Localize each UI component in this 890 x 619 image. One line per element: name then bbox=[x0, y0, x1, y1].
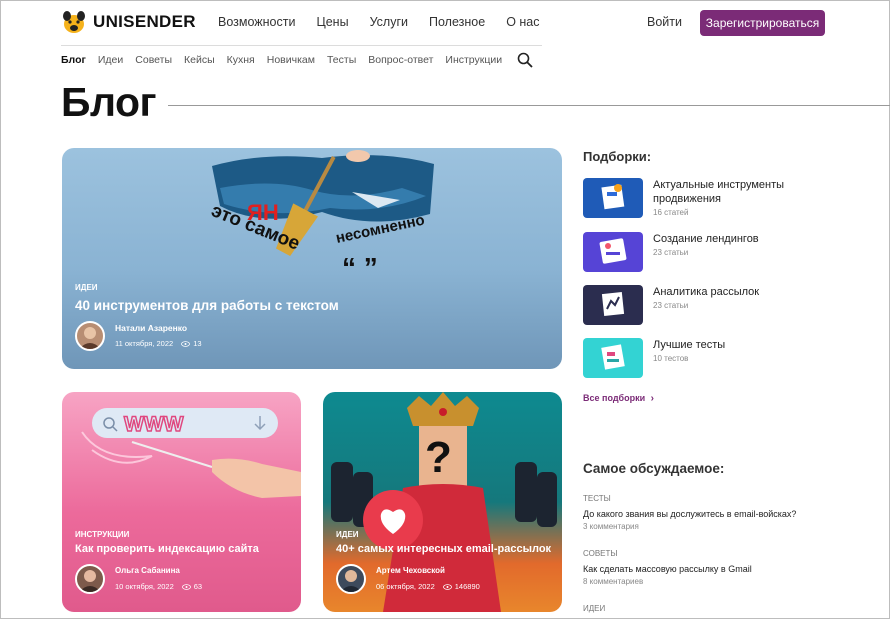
discussed-title[interactable]: До какого звания вы дослужитесь в email-… bbox=[583, 509, 796, 519]
card-meta: 10 октября, 2022 63 bbox=[115, 582, 202, 591]
discussed-count: 8 комментариев bbox=[583, 577, 644, 586]
collection-title[interactable]: Лучшие тесты bbox=[653, 338, 823, 352]
card-tag: инструкции bbox=[75, 530, 130, 539]
search-icon[interactable] bbox=[517, 52, 533, 68]
featured-author[interactable]: Натали Азаренко bbox=[115, 323, 187, 333]
collection-title[interactable]: Создание лендингов bbox=[653, 232, 823, 246]
subnav-item-instructions[interactable]: Инструкции bbox=[445, 54, 502, 66]
subnav-item-cases[interactable]: Кейсы bbox=[184, 54, 215, 66]
collection-count: 23 статьи bbox=[653, 301, 689, 310]
register-button[interactable]: Зарегистрироваться bbox=[700, 10, 825, 36]
eye-icon bbox=[181, 583, 191, 590]
discussed-title[interactable]: Как сделать массовую рассылку в Gmail bbox=[583, 564, 752, 574]
subnav-item-blog[interactable]: Блог bbox=[61, 54, 86, 66]
collection-thumb[interactable] bbox=[583, 338, 643, 378]
top-nav: Возможности Цены Услуги Полезное О нас bbox=[218, 15, 540, 29]
featured-art-word-2: несомненно bbox=[334, 212, 426, 247]
article-illustration: WWW bbox=[81, 408, 301, 498]
card-tag: идеи bbox=[336, 530, 359, 539]
nav-divider bbox=[61, 45, 542, 46]
featured-views-wrap: 13 bbox=[181, 339, 202, 348]
collection-title[interactable]: Аналитика рассылок bbox=[653, 285, 823, 299]
chevron-right-icon: › bbox=[650, 393, 654, 404]
author-photo-icon bbox=[79, 570, 101, 592]
subnav-item-tests[interactable]: Тесты bbox=[327, 54, 356, 66]
title-divider bbox=[168, 105, 890, 106]
all-collections-link[interactable]: Все подборки › bbox=[583, 393, 654, 404]
subnav-item-qa[interactable]: Вопрос-ответ bbox=[368, 54, 433, 66]
eye-icon bbox=[442, 583, 452, 590]
collection-count: 16 статей bbox=[653, 208, 689, 217]
login-link[interactable]: Войти bbox=[647, 15, 682, 29]
featured-tag: идеи bbox=[75, 283, 98, 292]
author-photo-icon bbox=[340, 570, 362, 592]
analytics-icon bbox=[601, 292, 625, 316]
avatar bbox=[75, 321, 105, 351]
nav-item-useful[interactable]: Полезное bbox=[429, 15, 485, 29]
card-views-wrap: 146890 bbox=[442, 582, 480, 591]
featured-article-card[interactable]: ЯН это самое несомненно “ ” идеи 40 инст… bbox=[62, 148, 562, 369]
featured-meta: 11 октября, 2022 13 bbox=[115, 339, 202, 348]
author-photo-icon bbox=[79, 327, 101, 349]
card-title[interactable]: 40+ самых интересных email-рассылок bbox=[336, 543, 551, 555]
featured-date: 11 октября, 2022 bbox=[115, 339, 174, 348]
article-card[interactable]: ? идеи 40+ самых интересных email-рассыл… bbox=[323, 392, 562, 612]
discussed-category: идеи bbox=[583, 604, 606, 613]
all-collections-label: Все подборки bbox=[583, 393, 646, 403]
nav-item-features[interactable]: Возможности bbox=[218, 15, 295, 29]
card-title[interactable]: Как проверить индексацию сайта bbox=[75, 543, 259, 555]
subnav-item-tips[interactable]: Советы bbox=[135, 54, 172, 66]
subnav-item-ideas[interactable]: Идеи bbox=[98, 54, 123, 66]
card-views: 146890 bbox=[454, 582, 480, 591]
featured-art-quotes: “ ” bbox=[342, 252, 378, 283]
featured-art-word-1: это самое bbox=[208, 203, 303, 255]
subnav-item-newbies[interactable]: Новичкам bbox=[267, 54, 315, 66]
card-art-question: ? bbox=[425, 433, 452, 482]
collection-count: 10 тестов bbox=[653, 354, 689, 363]
collection-title[interactable]: Актуальные инструменты продвижения bbox=[653, 178, 823, 206]
card-meta: 06 октября, 2022 146890 bbox=[376, 582, 480, 591]
nav-item-prices[interactable]: Цены bbox=[316, 15, 348, 29]
logo[interactable]: UNISENDER bbox=[61, 9, 196, 35]
test-icon bbox=[601, 344, 625, 370]
nav-item-about[interactable]: О нас bbox=[506, 15, 539, 29]
card-date: 06 октября, 2022 bbox=[376, 582, 435, 591]
page-title: Блог bbox=[61, 79, 157, 125]
article-card[interactable]: WWW инструкции Как проверить индексацию … bbox=[62, 392, 301, 612]
card-art-www: WWW bbox=[124, 413, 184, 436]
card-views: 63 bbox=[193, 582, 203, 591]
avatar bbox=[336, 564, 366, 594]
collection-thumb[interactable] bbox=[583, 232, 643, 272]
collections-heading: Подборки: bbox=[583, 149, 652, 164]
nav-item-services[interactable]: Услуги bbox=[370, 15, 408, 29]
megaphone-icon bbox=[601, 184, 625, 210]
card-author[interactable]: Артем Чеховской bbox=[376, 566, 445, 575]
landing-page-icon bbox=[599, 238, 627, 264]
discussed-count: 3 комментария bbox=[583, 522, 639, 531]
avatar bbox=[75, 564, 105, 594]
card-author[interactable]: Ольга Сабанина bbox=[115, 566, 180, 575]
logo-text: UNISENDER bbox=[93, 12, 196, 31]
discussed-category: советы bbox=[583, 549, 618, 558]
subnav-item-kitchen[interactable]: Кухня bbox=[227, 54, 255, 66]
discussed-heading: Самое обсуждаемое: bbox=[583, 461, 725, 476]
featured-title[interactable]: 40 инструментов для работы с текстом bbox=[75, 298, 339, 313]
card-date: 10 октября, 2022 bbox=[115, 582, 174, 591]
discussed-category: тесты bbox=[583, 494, 611, 503]
collection-thumb[interactable] bbox=[583, 178, 643, 218]
card-views-wrap: 63 bbox=[181, 582, 203, 591]
collection-count: 23 статьи bbox=[653, 248, 689, 257]
blog-subnav: Блог Идеи Советы Кейсы Кухня Новичкам Те… bbox=[61, 54, 502, 66]
eye-icon bbox=[181, 340, 191, 347]
collection-thumb[interactable] bbox=[583, 285, 643, 325]
featured-art-words: это самое несомненно “ ” bbox=[208, 203, 426, 283]
featured-views: 13 bbox=[193, 339, 202, 348]
dog-logo-icon bbox=[63, 11, 85, 33]
